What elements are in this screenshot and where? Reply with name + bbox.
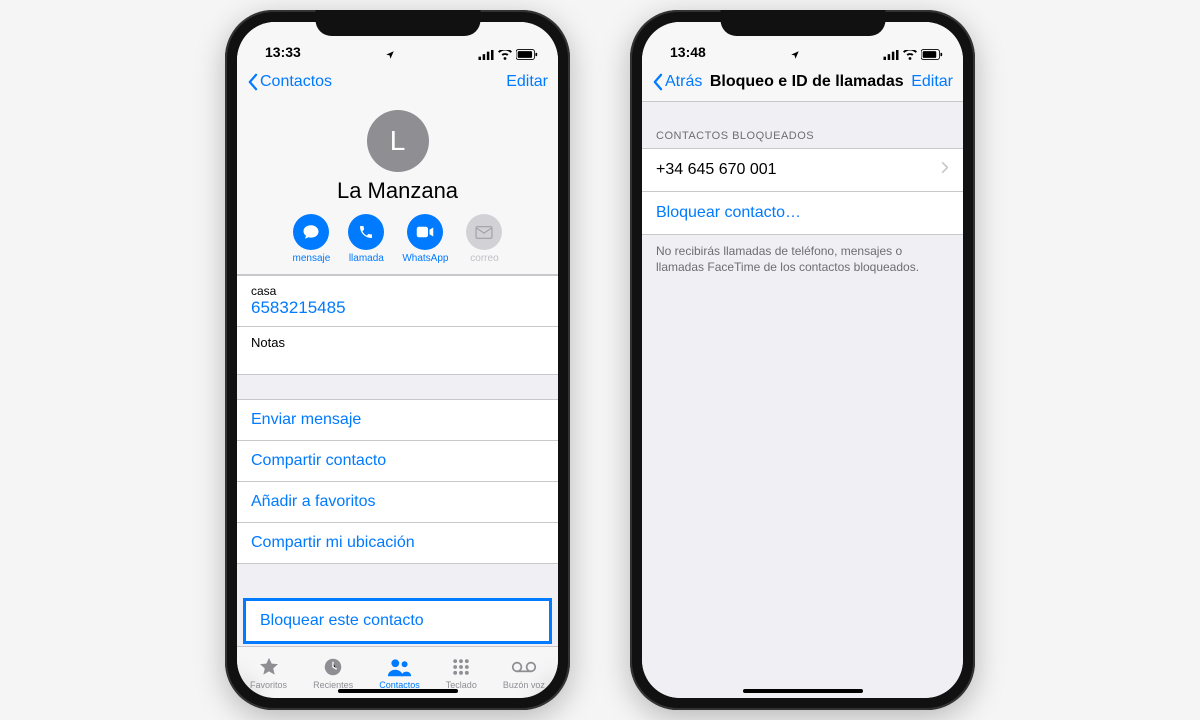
phone-icon	[348, 214, 384, 250]
back-button[interactable]: Atrás	[652, 73, 702, 91]
phone-left: 13:33 Contactos Editar	[225, 10, 570, 710]
notes-label: Notas	[237, 327, 558, 374]
screen-right: 13:48 Atrás Bloqueo e ID de	[642, 22, 963, 698]
phone-right: 13:48 Atrás Bloqueo e ID de	[630, 10, 975, 710]
mail-icon	[466, 214, 502, 250]
share-contact-row[interactable]: Compartir contacto	[237, 441, 558, 482]
chevron-right-icon	[941, 161, 949, 179]
contact-header: L La Manzana mensaje llamada	[237, 102, 558, 275]
contact-name: La Manzana	[237, 178, 558, 204]
tab-contacts[interactable]: Contactos	[379, 655, 420, 690]
notch	[315, 10, 480, 36]
nav-bar: Contactos Editar	[237, 62, 558, 102]
footer-note: No recibirás llamadas de teléfono, mensa…	[642, 235, 963, 283]
message-icon	[293, 214, 329, 250]
home-indicator[interactable]	[743, 689, 863, 693]
tab-voicemail[interactable]: Buzón voz	[503, 655, 545, 690]
clock-icon	[322, 655, 344, 679]
notes-cell[interactable]: Notas	[237, 327, 558, 375]
action-whatsapp[interactable]: WhatsApp	[402, 214, 448, 264]
action-call-label: llamada	[349, 253, 384, 264]
edit-button[interactable]: Editar	[911, 73, 953, 91]
tab-voicemail-label: Buzón voz	[503, 680, 545, 690]
phone-number: 6583215485	[251, 298, 544, 318]
edit-button[interactable]: Editar	[506, 73, 548, 91]
screen-left: 13:33 Contactos Editar	[237, 22, 558, 698]
location-icon	[790, 50, 800, 60]
star-icon	[258, 655, 280, 679]
send-message-row[interactable]: Enviar mensaje	[237, 400, 558, 441]
status-time: 13:48	[670, 44, 706, 60]
tab-keypad[interactable]: Teclado	[446, 655, 477, 690]
phone-cell[interactable]: casa 6583215485	[237, 275, 558, 327]
action-message[interactable]: mensaje	[293, 214, 331, 264]
avatar: L	[367, 110, 429, 172]
content: Contactos bloqueados +34 645 670 001 Blo…	[642, 102, 963, 698]
home-indicator[interactable]	[338, 689, 458, 693]
action-call[interactable]: llamada	[348, 214, 384, 264]
voicemail-icon	[511, 655, 537, 679]
add-favorite-row[interactable]: Añadir a favoritos	[237, 482, 558, 523]
action-mail: correo	[466, 214, 502, 264]
wifi-icon	[498, 50, 512, 60]
actions-group: Enviar mensaje Compartir contacto Añadir…	[237, 399, 558, 564]
action-message-label: mensaje	[293, 253, 331, 264]
tab-favorites-label: Favoritos	[250, 680, 287, 690]
contacts-icon	[386, 655, 412, 679]
back-button[interactable]: Contactos	[247, 73, 332, 91]
nav-title: Bloqueo e ID de llamadas	[702, 73, 911, 91]
block-contact-action[interactable]: Bloquear contacto…	[642, 192, 963, 235]
phone-label: casa	[251, 284, 544, 298]
wifi-icon	[903, 50, 917, 60]
blocked-number-row[interactable]: +34 645 670 001	[642, 148, 963, 192]
blocked-number: +34 645 670 001	[656, 161, 777, 179]
share-location-row[interactable]: Compartir mi ubicación	[237, 523, 558, 563]
action-whatsapp-label: WhatsApp	[402, 253, 448, 264]
actions-row: mensaje llamada WhatsApp	[237, 214, 558, 264]
notch	[720, 10, 885, 36]
battery-icon	[921, 49, 943, 60]
content: L La Manzana mensaje llamada	[237, 102, 558, 646]
status-time: 13:33	[265, 44, 301, 60]
block-contact-row[interactable]: Bloquear este contacto	[246, 601, 549, 641]
signal-icon	[478, 50, 494, 60]
battery-icon	[516, 49, 538, 60]
location-icon	[385, 50, 395, 60]
back-label: Atrás	[665, 73, 702, 91]
back-label: Contactos	[260, 73, 332, 91]
action-mail-label: correo	[470, 253, 498, 264]
keypad-icon	[451, 655, 471, 679]
tab-recents[interactable]: Recientes	[313, 655, 353, 690]
tab-favorites[interactable]: Favoritos	[250, 655, 287, 690]
nav-bar: Atrás Bloqueo e ID de llamadas Editar	[642, 62, 963, 102]
video-icon	[407, 214, 443, 250]
block-contact-label: Bloquear contacto…	[656, 204, 801, 222]
block-highlight: Bloquear este contacto	[243, 598, 552, 644]
signal-icon	[883, 50, 899, 60]
section-header-blocked: Contactos bloqueados	[642, 102, 963, 148]
